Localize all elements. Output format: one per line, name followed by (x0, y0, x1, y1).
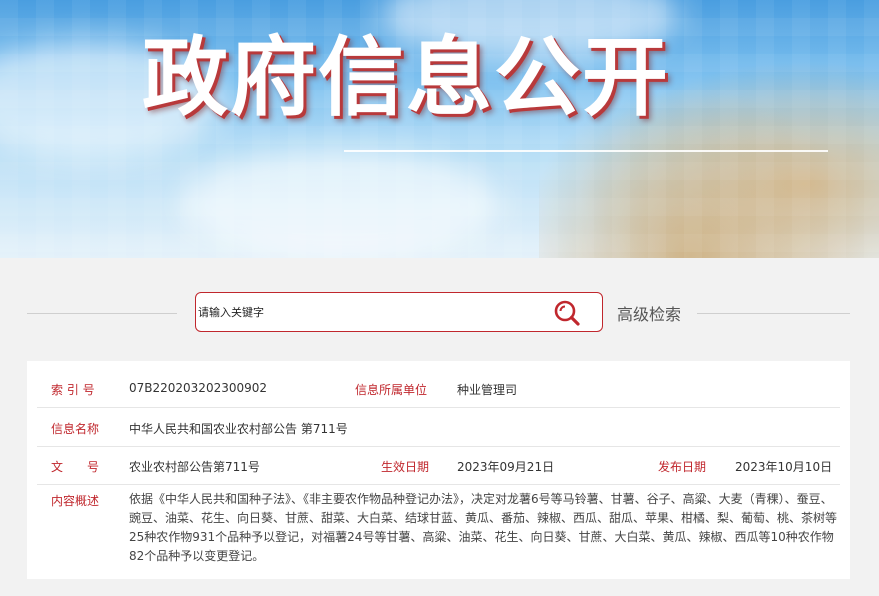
banner-divider (344, 150, 828, 152)
info-panel: 索 引 号 07B220203202300902 信息所属单位 种业管理司 信息… (27, 361, 850, 579)
search-button[interactable] (552, 299, 582, 327)
divider-left (27, 313, 177, 314)
advanced-search-link[interactable]: 高级检索 (617, 301, 681, 325)
summary-text: 依据《中华人民共和国种子法》、《非主要农作物品种登记办法》，决定对龙薯6号等马铃… (129, 492, 838, 563)
info-row-name: 信息名称 中华人民共和国农业农村部公告 第711号 (37, 407, 840, 447)
banner-title: 政府信息公开 (142, 28, 670, 128)
dept-label: 信息所属单位 (355, 383, 428, 397)
info-row-index: 索 引 号 07B220203202300902 信息所属单位 种业管理司 (37, 361, 840, 408)
page-banner: 政府信息公开 (0, 0, 879, 258)
publish-date-value: 2023年10月10日 (735, 460, 833, 474)
info-row-summary: 内容概述 依据《中华人民共和国种子法》、《非主要农作物品种登记办法》，决定对龙薯… (37, 490, 840, 570)
search-icon (554, 300, 580, 326)
docno-label: 文 号 (51, 460, 100, 474)
info-row-docno: 文 号 农业农村部公告第711号 生效日期 2023年09月21日 发布日期 2… (37, 446, 840, 485)
effective-date-value: 2023年09月21日 (457, 460, 555, 474)
summary-label: 内容概述 (51, 494, 100, 508)
search-input[interactable] (198, 299, 538, 325)
search-box (195, 292, 603, 332)
publish-date-label: 发布日期 (658, 460, 707, 474)
effective-date-label: 生效日期 (381, 460, 430, 474)
search-section: 高级检索 (0, 258, 879, 358)
index-label: 索 引 号 (51, 383, 95, 397)
name-value: 中华人民共和国农业农村部公告 第711号 (129, 422, 348, 436)
index-value: 07B220203202300902 (129, 381, 268, 395)
dept-value: 种业管理司 (457, 383, 518, 397)
name-label: 信息名称 (51, 422, 100, 436)
docno-value: 农业农村部公告第711号 (129, 460, 260, 474)
divider-right (697, 313, 850, 314)
